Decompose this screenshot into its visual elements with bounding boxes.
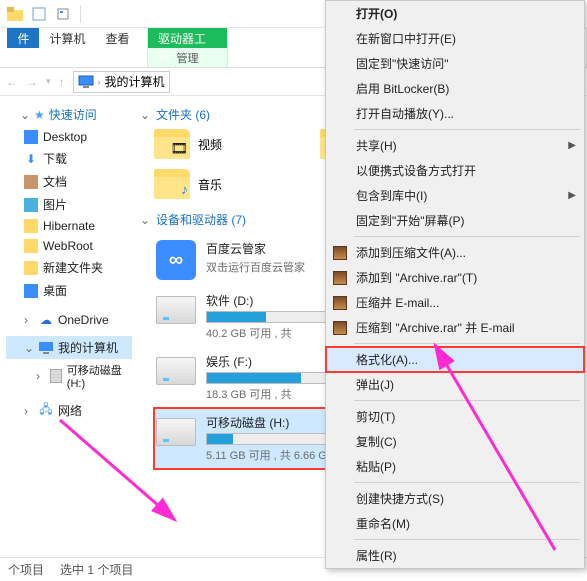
sidebar-item-documents[interactable]: 文档 xyxy=(6,170,132,193)
rar-icon xyxy=(332,245,348,261)
sidebar-item-desktop[interactable]: Desktop xyxy=(6,127,132,147)
rar-icon xyxy=(332,295,348,311)
ctx-rar-email[interactable]: 压缩并 E-mail... xyxy=(326,290,584,315)
status-selected: 选中 1 个项目 xyxy=(60,561,133,578)
sidebar-quick-access[interactable]: ⌄★快速访问 xyxy=(6,102,132,127)
separator xyxy=(80,5,81,23)
tab-view[interactable]: 查看 xyxy=(96,28,140,48)
tab-drive-tools[interactable]: 驱动器工具 xyxy=(148,28,227,48)
separator xyxy=(354,400,580,401)
tab-file[interactable]: 件 xyxy=(7,28,39,48)
ctx-open[interactable]: 打开(O) xyxy=(326,1,584,26)
ctx-autoplay[interactable]: 打开自动播放(Y)... xyxy=(326,101,584,126)
ctx-copy[interactable]: 复制(C) xyxy=(326,429,584,454)
drive-icon xyxy=(156,418,196,446)
status-count: 个项目 xyxy=(8,561,44,578)
up-icon[interactable]: ↑ xyxy=(59,75,65,89)
sidebar-item-pictures[interactable]: 图片 xyxy=(6,193,132,216)
address-text: 我的计算机 xyxy=(105,73,165,90)
ctx-eject[interactable]: 弹出(J) xyxy=(326,372,584,397)
ctx-rar-email-to[interactable]: 压缩到 "Archive.rar" 并 E-mail xyxy=(326,315,584,340)
nav-buttons: ← → ▾ ↑ xyxy=(6,75,65,89)
ctx-bitlocker[interactable]: 启用 BitLocker(B) xyxy=(326,76,584,101)
sidebar-mypc[interactable]: ⌄我的计算机 xyxy=(6,336,132,359)
separator xyxy=(354,482,580,483)
folder-videos[interactable]: 🎞视频 xyxy=(154,129,294,159)
ctx-open-new-window[interactable]: 在新窗口中打开(E) xyxy=(326,26,584,51)
properties-icon[interactable] xyxy=(52,3,74,25)
sidebar-item-webroot[interactable]: WebRoot xyxy=(6,236,132,256)
ctx-include-library[interactable]: 包含到库中(I)▶ xyxy=(326,183,584,208)
sidebar-item-downloads[interactable]: ⬇下载 xyxy=(6,147,132,170)
ctx-pin-start[interactable]: 固定到"开始"屏幕(P) xyxy=(326,208,584,233)
address-box[interactable]: › 我的计算机 xyxy=(73,71,170,93)
back-icon[interactable]: ← xyxy=(6,75,18,89)
chevron-right-icon: ▶ xyxy=(568,140,576,151)
dropdown-icon[interactable]: ▾ xyxy=(46,76,51,87)
expand-icon[interactable] xyxy=(28,3,50,25)
context-menu: 打开(O) 在新窗口中打开(E) 固定到"快速访问" 启用 BitLocker(… xyxy=(325,0,585,569)
baidu-icon: ∞ xyxy=(156,240,196,280)
chevron-right-icon: ▶ xyxy=(568,190,576,201)
ctx-share[interactable]: 共享(H)▶ xyxy=(326,133,584,158)
sidebar: ⌄★快速访问 Desktop ⬇下载 文档 图片 Hibernate WebRo… xyxy=(0,96,132,557)
separator xyxy=(354,129,580,130)
sidebar-item-desktop2[interactable]: 桌面 xyxy=(6,279,132,302)
ctx-format[interactable]: 格式化(A)... xyxy=(326,347,584,372)
drive-icon xyxy=(156,357,196,385)
ctx-rar-add[interactable]: 添加到压缩文件(A)... xyxy=(326,240,584,265)
forward-icon[interactable]: → xyxy=(26,75,38,89)
ctx-cut[interactable]: 剪切(T) xyxy=(326,404,584,429)
chevron-right-icon: › xyxy=(98,77,101,87)
label-manage[interactable]: 管理 xyxy=(148,48,227,66)
ctx-rar-addto[interactable]: 添加到 "Archive.rar"(T) xyxy=(326,265,584,290)
folder-icon xyxy=(4,3,26,25)
sidebar-onedrive[interactable]: ›☁OneDrive xyxy=(6,310,132,330)
ctx-rename[interactable]: 重命名(M) xyxy=(326,511,584,536)
computer-icon xyxy=(78,75,94,89)
sidebar-item-newfolder[interactable]: 新建文件夹 xyxy=(6,256,132,279)
ctx-properties[interactable]: 属性(R) xyxy=(326,543,584,568)
sidebar-item-hibernate[interactable]: Hibernate xyxy=(6,216,132,236)
rar-icon xyxy=(332,270,348,286)
ctx-pin-quick[interactable]: 固定到"快速访问" xyxy=(326,51,584,76)
ctx-shortcut[interactable]: 创建快捷方式(S) xyxy=(326,486,584,511)
separator xyxy=(354,539,580,540)
ctx-portable[interactable]: 以便携式设备方式打开 xyxy=(326,158,584,183)
sidebar-item-removable-h[interactable]: ›可移动磁盘 (H:) xyxy=(6,359,132,393)
folder-music[interactable]: ♪音乐 xyxy=(154,169,294,199)
sidebar-network[interactable]: ›🖧网络 xyxy=(6,399,132,422)
ctx-paste[interactable]: 粘贴(P) xyxy=(326,454,584,479)
separator xyxy=(354,343,580,344)
rar-icon xyxy=(332,320,348,336)
tab-computer[interactable]: 计算机 xyxy=(39,28,95,48)
separator xyxy=(354,236,580,237)
drive-icon xyxy=(156,296,196,324)
